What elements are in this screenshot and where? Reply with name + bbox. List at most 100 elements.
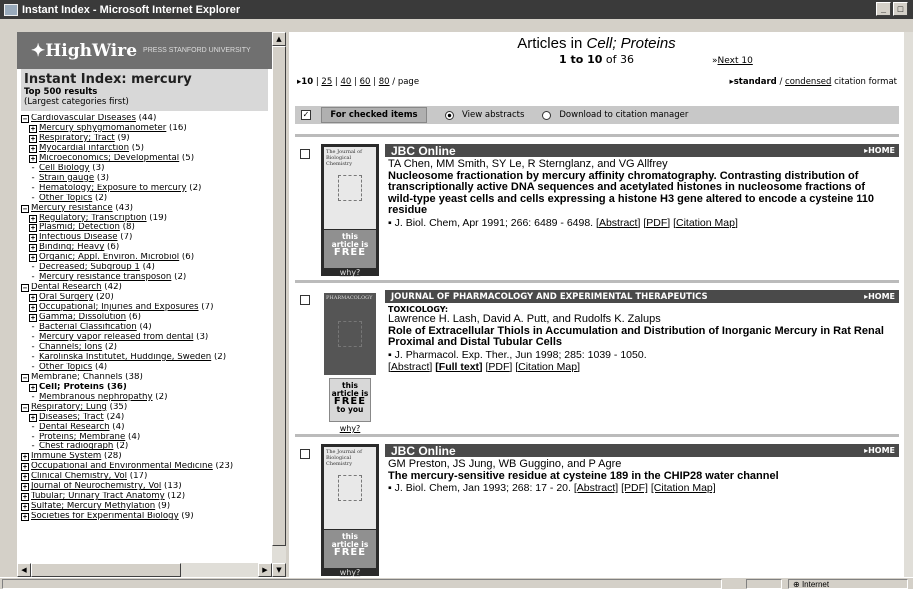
tree-item-label[interactable]: Respiratory; Tract [39,134,115,143]
pdf-link[interactable]: [PDF] [485,361,512,373]
tree-item[interactable]: + Mercury sphygmomanometer (16) [21,124,272,134]
tree-item[interactable]: - Cell Biology (3) [21,164,272,174]
tree-item[interactable]: − Respiratory; Lung (35) [21,403,272,413]
download-citation-radio[interactable] [542,110,552,120]
right-vertical-scrollbar[interactable] [904,32,913,577]
tree-item[interactable]: + Clinical Chemistry, Vol (17) [21,472,272,482]
scroll-left-icon[interactable]: ◀ [17,563,31,577]
tree-item[interactable]: + Occupational and Environmental Medicine… [21,462,272,472]
tree-item[interactable]: - Strain gauge (3) [21,174,272,184]
tree-item-label[interactable]: Respiratory; Lung [31,403,107,412]
article-checkbox[interactable] [300,449,310,459]
expand-icon[interactable]: + [29,294,37,303]
highwire-logo[interactable]: ✦HighWire PRESS STANFORD UNIVERSITY [17,32,272,69]
collapse-icon[interactable]: − [21,204,29,213]
page-size-25[interactable]: 25 [321,77,332,87]
abstract-link[interactable]: [Abstract] [596,217,640,229]
collapse-icon[interactable]: − [21,284,29,293]
pdf-link[interactable]: [PDF] [643,217,670,229]
tree-item-label[interactable]: Sulfate; Mercury Methylation [31,502,155,511]
citation-map-link[interactable]: [Citation Map] [651,482,716,494]
collapse-icon[interactable]: − [21,403,29,412]
page-size-60[interactable]: 60 [360,77,371,87]
expand-icon[interactable]: + [21,483,29,492]
journal-name[interactable]: JBC Online [391,444,456,458]
left-hscroll-thumb[interactable] [31,563,181,577]
tree-item[interactable]: + Cell; Proteins (36) [21,383,272,393]
tree-item[interactable]: - Other Topics (2) [21,194,272,204]
tree-item[interactable]: − Mercury resistance (43) [21,204,272,214]
tree-item-label[interactable]: Plasmid; Detection [39,223,120,232]
collapse-icon[interactable]: − [21,115,29,123]
tree-item-label[interactable]: Regulatory; Transcription [39,214,147,223]
expand-icon[interactable]: + [29,224,37,233]
abstract-link[interactable]: [Abstract] [574,482,618,494]
tree-item-label[interactable]: Organic; Appl. Environ. Microbiol [39,253,179,262]
abstract-link[interactable]: [Abstract] [388,361,432,373]
tree-item[interactable]: + Sulfate; Mercury Methylation (9) [21,502,272,512]
tree-item[interactable]: + Occupational; Injuries and Exposures (7… [21,303,272,313]
tree-item-label[interactable]: Mercury vapor released from dental [39,333,193,342]
tree-item[interactable]: − Membrane; Channels (38) [21,373,272,383]
tree-item-label[interactable]: Clinical Chemistry, Vol [31,472,127,481]
tree-item-label[interactable]: Cardiovascular Diseases [31,114,136,123]
tree-item-label[interactable]: Channels; Ions [39,343,102,352]
expand-icon[interactable]: + [21,453,29,462]
tree-item[interactable]: + Plasmid; Detection (8) [21,223,272,233]
expand-icon[interactable]: + [29,154,37,163]
article-checkbox[interactable] [300,149,310,159]
tree-item[interactable]: + Gamma; Dissolution (6) [21,313,272,323]
tree-item[interactable]: - Mercury resistance transposon (2) [21,273,272,283]
expand-icon[interactable]: + [29,134,37,143]
tree-item-label[interactable]: Decreased; Subgroup 1 [39,263,140,272]
expand-icon[interactable]: + [29,304,37,313]
expand-icon[interactable]: + [29,244,37,253]
tree-item-label[interactable]: Other Topics [39,363,92,372]
full-text-link[interactable]: [Full text] [435,361,482,373]
why-link[interactable]: why? [321,268,379,277]
tree-item-label[interactable]: Chest radiograph [39,442,113,451]
tree-item-label[interactable]: Immune System [31,452,101,461]
tree-item[interactable]: - Membranous nephropathy (2) [21,393,272,403]
tree-item-label[interactable]: Diseases; Tract [39,413,104,422]
tree-item[interactable]: - Karolinska Institutet, Huddinge, Sweden… [21,353,272,363]
citation-map-link[interactable]: [Citation Map] [515,361,580,373]
tree-item-label[interactable]: Tubular; Urinary Tract Anatomy [31,492,165,501]
scroll-down-icon[interactable]: ▼ [272,563,286,577]
journal-name[interactable]: JBC Online [391,144,456,158]
tree-item[interactable]: - Proteins; Membrane (4) [21,433,272,443]
expand-icon[interactable]: + [21,463,29,472]
tree-item[interactable]: + Organic; Appl. Environ. Microbiol (6) [21,253,272,263]
expand-icon[interactable]: + [29,214,37,223]
why-link[interactable]: why? [321,568,379,577]
next-10-link[interactable]: »Next 10 [712,56,753,66]
tree-item[interactable]: - Chest radiograph (2) [21,442,272,452]
tree-item-label[interactable]: Oral Surgery [39,293,93,302]
tree-item-label[interactable]: Occupational and Environmental Medicine [31,462,213,471]
minimize-button[interactable]: _ [876,2,891,16]
tree-item[interactable]: + Infectious Disease (7) [21,233,272,243]
expand-icon[interactable]: + [29,413,37,422]
expand-icon[interactable]: + [21,473,29,482]
scroll-right-icon[interactable]: ▶ [258,563,272,577]
collapse-icon[interactable]: − [21,373,29,382]
page-size-40[interactable]: 40 [341,77,352,87]
page-size-80[interactable]: 80 [379,77,390,87]
why-link[interactable]: why? [321,424,379,433]
tree-item[interactable]: + Diseases; Tract (24) [21,413,272,423]
tree-item-label[interactable]: Dental Research [31,283,102,292]
tree-item-label[interactable]: Journal of Neurochemistry, Vol [31,482,161,491]
left-scroll-thumb[interactable] [272,46,286,546]
tree-item-label[interactable]: Hematology; Exposure to mercury [39,184,187,193]
tree-item-label[interactable]: Mercury sphygmomanometer [39,124,166,133]
tree-item-label[interactable]: Dental Research [39,423,110,432]
tree-item[interactable]: + Journal of Neurochemistry, Vol (13) [21,482,272,492]
tree-item[interactable]: - Other Topics (4) [21,363,272,373]
journal-cover-image[interactable]: PHARMACOLOGY this article is FREE to you wh… [321,290,379,433]
tree-item[interactable]: + Immune System (28) [21,452,272,462]
tree-item[interactable]: + Myocardial infarction (5) [21,144,272,154]
tree-item[interactable]: - Mercury vapor released from dental (3) [21,333,272,343]
tree-item-label[interactable]: Cell Biology [39,164,90,173]
tree-item[interactable]: + Regulatory; Transcription (19) [21,214,272,224]
tree-item-label[interactable]: Binding; Heavy [39,243,104,252]
